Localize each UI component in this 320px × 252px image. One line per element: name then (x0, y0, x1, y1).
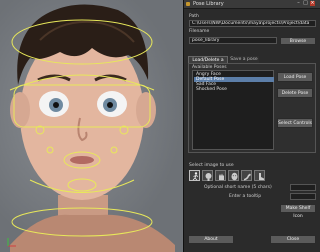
close-icon[interactable]: × (310, 1, 315, 6)
path-field[interactable]: C:\Users\NW\Documents\maya\projects\Proj… (189, 20, 316, 27)
window-title: Pose Library (193, 1, 224, 7)
face-icon[interactable] (228, 170, 239, 181)
title-bar[interactable]: Pose Library – □ × (184, 0, 320, 9)
path-label: Path (189, 14, 199, 19)
make-shelf-icon-button[interactable]: Make Shelf Icon (280, 204, 316, 219)
select-controls-button[interactable]: Select Controls (277, 118, 313, 128)
delete-pose-button[interactable]: Delete Pose (277, 88, 313, 98)
pose-list[interactable]: Angry Face Default Pose Sad Face Shocked… (192, 70, 274, 150)
tab-save[interactable]: Save a pose (229, 56, 259, 63)
maximize-icon[interactable]: □ (303, 1, 308, 6)
character-render (7, 4, 175, 252)
tab-load-delete[interactable]: Load/Delete a pose (188, 56, 228, 70)
load-pose-button[interactable]: Load Pose (277, 72, 313, 82)
tooltip-input[interactable] (290, 193, 316, 200)
list-item[interactable]: Shocked Pose (194, 87, 274, 92)
hand-icon[interactable] (215, 170, 226, 181)
viewport-3d[interactable] (0, 0, 182, 252)
select-image-label: Select image to use (189, 163, 234, 168)
pose-library-window: Pose Library – □ × Path C:\Users\NW\Docu… (183, 0, 320, 252)
about-button[interactable]: About (188, 235, 234, 244)
maya-app-icon (186, 2, 190, 6)
browse-button[interactable]: Browse (280, 37, 316, 45)
tooltip-label: Enter a tooltip (229, 194, 262, 199)
running-figure-icon[interactable] (189, 170, 200, 181)
foot-icon[interactable] (254, 170, 265, 181)
short-name-label: Optional short name (5 chars) (204, 185, 272, 190)
minimize-icon[interactable]: – (296, 1, 301, 6)
head-icon[interactable] (202, 170, 213, 181)
arm-icon[interactable] (241, 170, 252, 181)
filename-label: Filename (189, 29, 210, 34)
filename-field[interactable]: pose_library (189, 37, 277, 44)
short-name-input[interactable] (290, 184, 316, 191)
close-button[interactable]: Close (270, 235, 316, 244)
